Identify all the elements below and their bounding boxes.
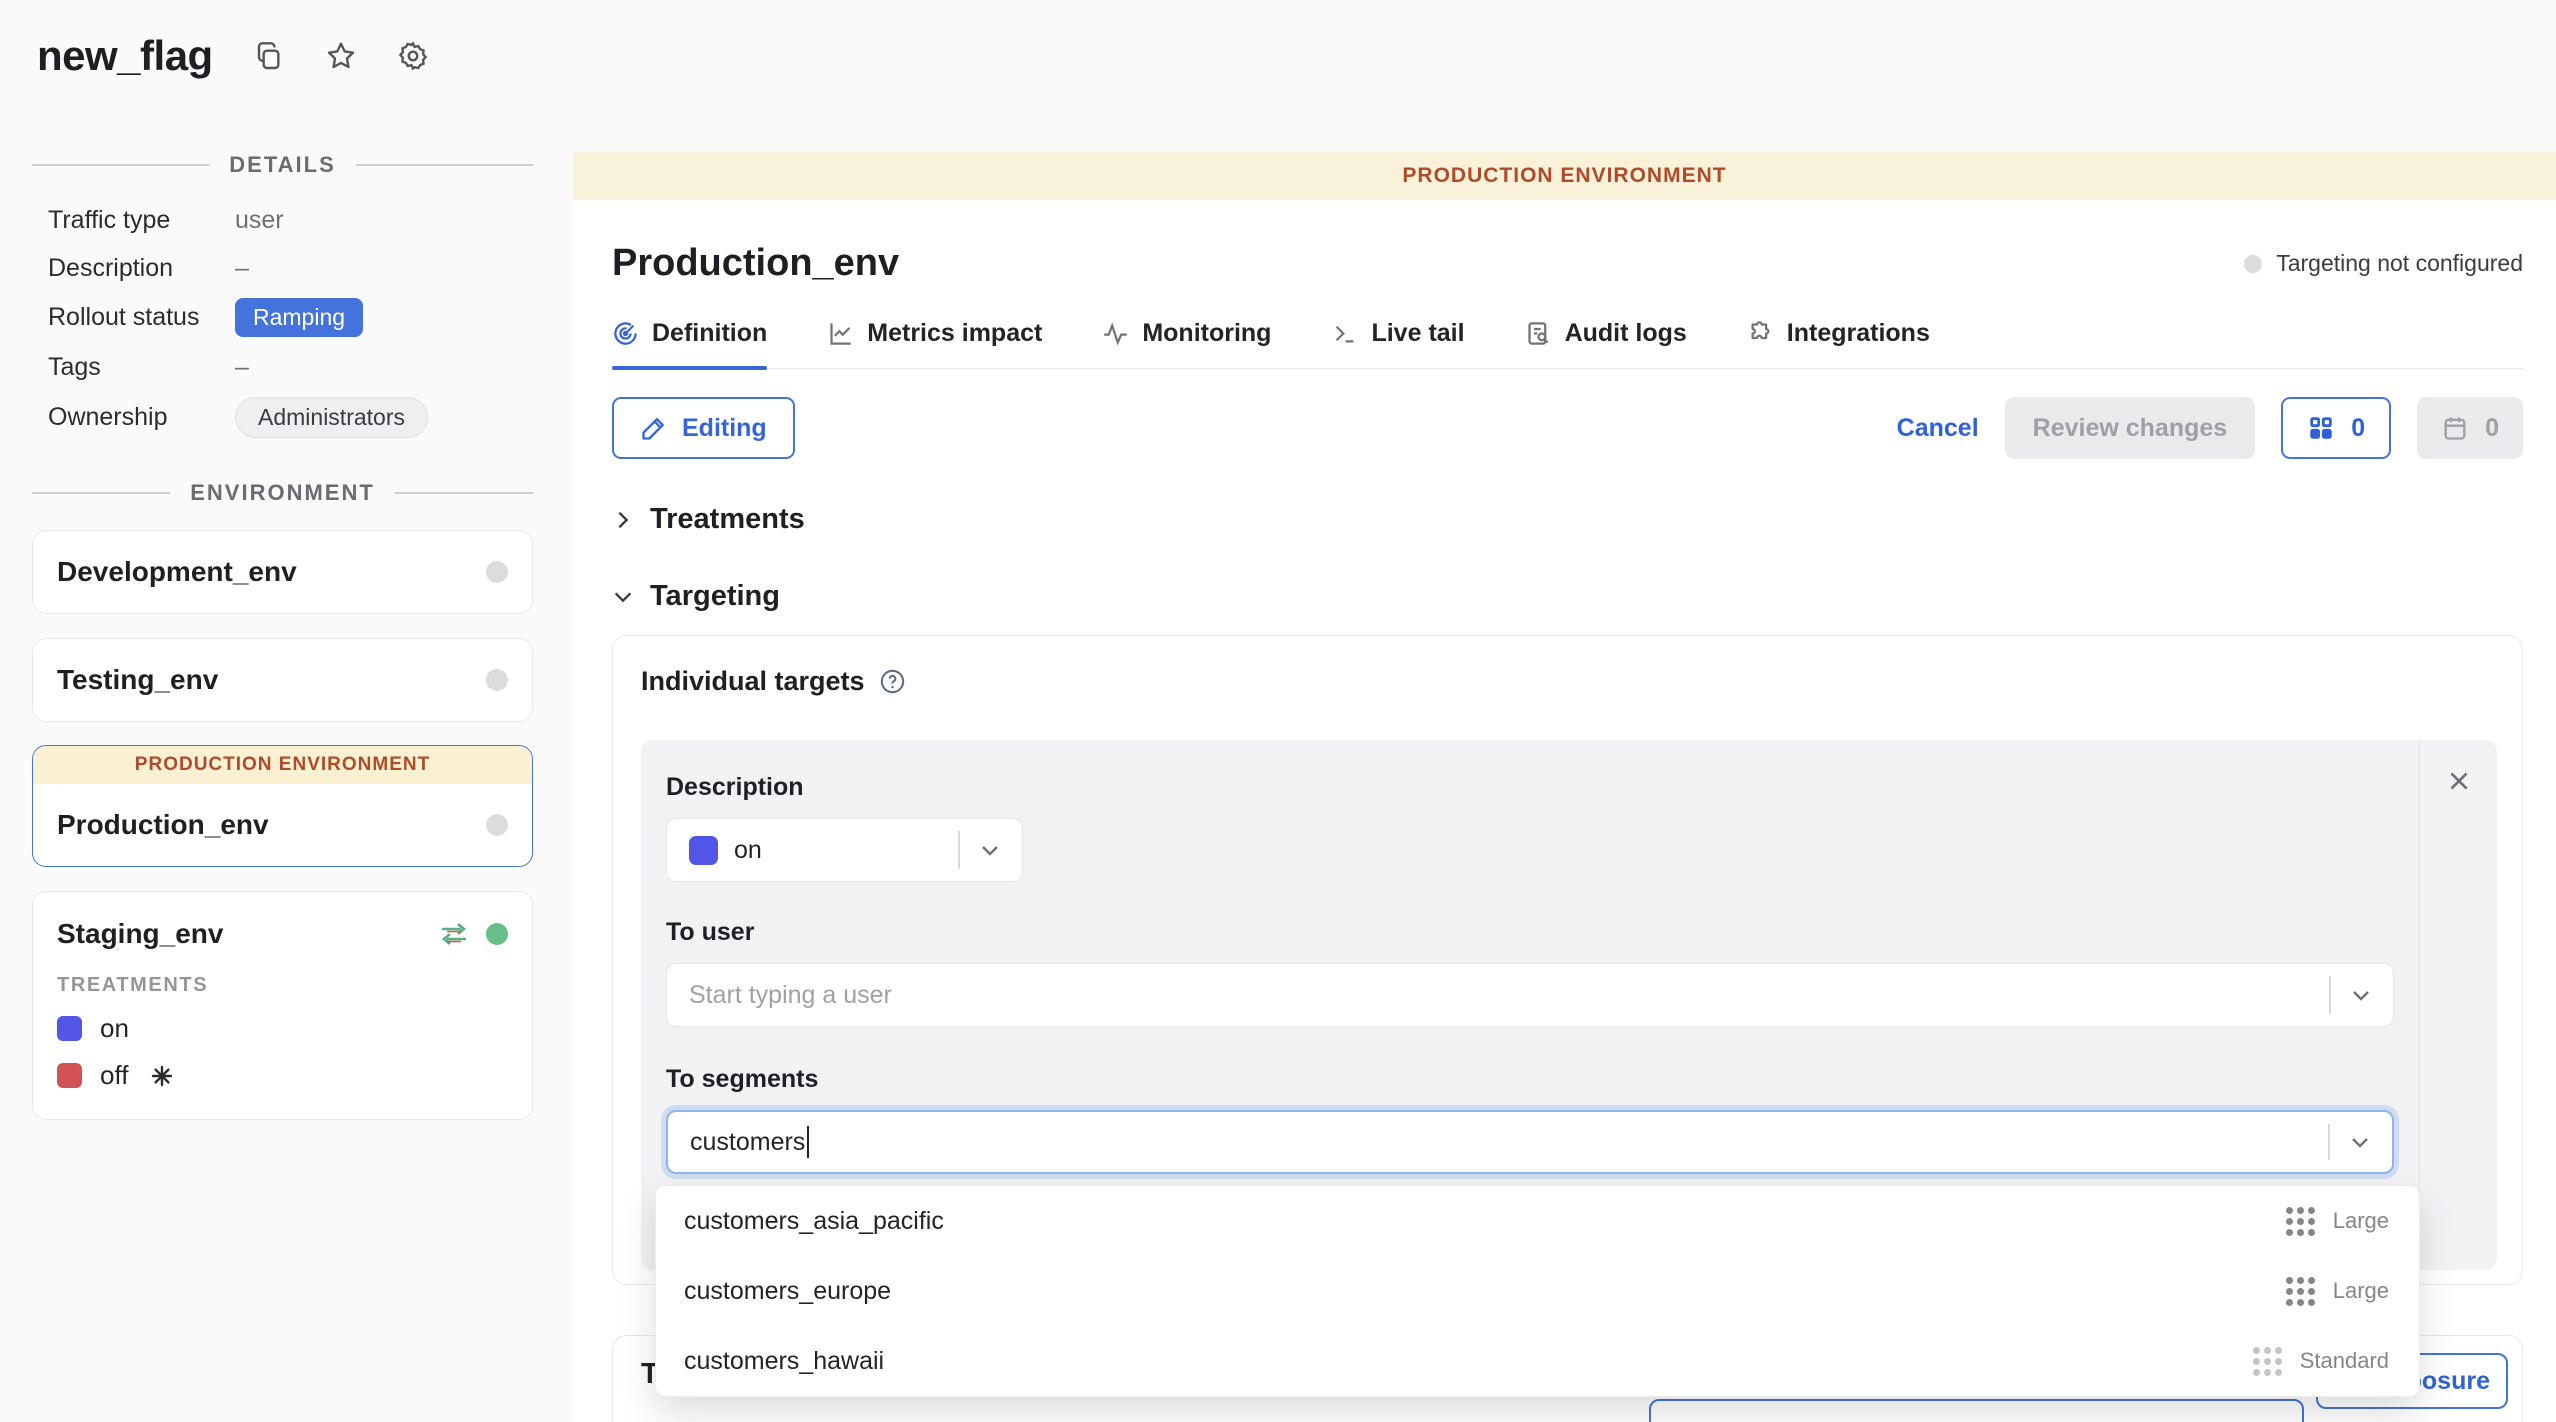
targeting-status: Targeting not configured	[2244, 250, 2523, 277]
treatments-label: TREATMENTS	[57, 974, 508, 997]
segment-size-label: Standard	[2300, 1348, 2389, 1374]
individual-targets-heading: Individual targets	[641, 666, 865, 697]
segment-option-europe[interactable]: customers_europe Large	[656, 1256, 2419, 1326]
status-dot	[486, 669, 508, 691]
production-environment-banner: PRODUCTION ENVIRONMENT	[33, 746, 532, 784]
ownership-pill[interactable]: Administrators	[235, 397, 428, 438]
status-dot	[486, 561, 508, 583]
grid-icon	[2307, 414, 2335, 442]
changes-count-button[interactable]: 0	[2281, 397, 2391, 459]
select-chevron[interactable]	[2329, 964, 2393, 1026]
app-root: new_flag DETAILS Traffic type user Descr…	[0, 0, 2556, 1422]
targeting-section-toggle[interactable]: Targeting	[612, 580, 2523, 613]
detail-row-traffic-type: Traffic type user	[48, 202, 518, 238]
puzzle-icon	[1747, 320, 1774, 347]
copy-icon[interactable]	[253, 40, 285, 72]
treatment-on-swatch	[689, 836, 718, 865]
calendar-icon	[2441, 414, 2469, 442]
targeting-status-text: Targeting not configured	[2276, 250, 2523, 277]
tab-audit-logs[interactable]: Audit logs	[1525, 319, 1687, 368]
transfer-arrows-icon	[438, 920, 470, 948]
pulse-icon	[1102, 320, 1129, 347]
treatments-section-toggle[interactable]: Treatments	[612, 503, 2523, 536]
tab-monitoring[interactable]: Monitoring	[1102, 319, 1271, 368]
treatment-off-swatch	[57, 1063, 82, 1088]
to-user-label: To user	[666, 918, 2394, 947]
detail-row-tags: Tags –	[48, 349, 518, 385]
segments-dropdown: customers_asia_pacific Large customers_e…	[655, 1185, 2420, 1397]
treatment-on-row: on	[57, 1013, 508, 1044]
treatment-off-row: off	[57, 1060, 508, 1091]
details-rows: Traffic type user Description – Rollout …	[48, 202, 518, 450]
audit-log-icon	[1525, 320, 1552, 347]
env-card-development[interactable]: Development_env	[32, 530, 533, 614]
details-heading: DETAILS	[229, 152, 335, 178]
segment-size-label: Large	[2333, 1208, 2389, 1234]
to-user-input[interactable]: Start typing a user	[666, 963, 2394, 1027]
tab-integrations[interactable]: Integrations	[1747, 319, 1930, 368]
treatment-select[interactable]: on	[666, 818, 1023, 882]
segment-option-hawaii[interactable]: customers_hawaii Standard	[656, 1326, 2419, 1396]
editing-button[interactable]: Editing	[612, 397, 795, 459]
select-chevron[interactable]	[2328, 1112, 2392, 1172]
to-segments-value: customers	[690, 1128, 805, 1157]
env-card-testing[interactable]: Testing_env	[32, 638, 533, 722]
default-treatment-icon	[150, 1064, 174, 1088]
tab-live-tail[interactable]: Live tail	[1331, 319, 1464, 368]
detail-row-ownership: Ownership Administrators	[48, 397, 518, 438]
text-caret	[807, 1126, 809, 1158]
gear-icon[interactable]	[397, 40, 429, 72]
detail-row-rollout-status: Rollout status Ramping	[48, 298, 518, 337]
partially-hidden-button[interactable]	[1649, 1399, 2304, 1422]
env-card-production[interactable]: PRODUCTION ENVIRONMENT Production_env	[32, 745, 533, 867]
active-status-dot	[486, 923, 508, 945]
rollout-status-badge[interactable]: Ramping	[235, 298, 363, 337]
to-user-placeholder: Start typing a user	[667, 981, 892, 1010]
pencil-icon	[640, 414, 668, 442]
rule-close-column	[2419, 740, 2497, 1270]
edit-toolbar: Editing Cancel Review changes 0	[612, 397, 2523, 459]
status-dot	[2244, 255, 2262, 273]
environment-section-header: ENVIRONMENT	[32, 480, 533, 506]
segment-grid-icon	[2286, 1207, 2315, 1236]
star-icon[interactable]	[325, 40, 357, 72]
description-label: Description	[666, 773, 2394, 802]
tab-metrics-impact[interactable]: Metrics impact	[827, 319, 1042, 368]
segment-grid-icon	[2253, 1347, 2282, 1376]
review-changes-button[interactable]: Review changes	[2005, 397, 2256, 459]
env-card-staging[interactable]: Staging_env TREATMENTS on	[32, 891, 533, 1120]
status-dot	[486, 814, 508, 836]
segment-grid-icon	[2286, 1277, 2315, 1306]
tab-bar: Definition Metrics impact Monitoring	[612, 319, 2523, 369]
to-segments-label: To segments	[666, 1065, 2394, 1094]
flag-header: new_flag	[37, 32, 429, 80]
scheduled-count-button[interactable]: 0	[2417, 397, 2523, 459]
details-section-header: DETAILS	[32, 152, 533, 178]
chevron-down-icon	[612, 586, 634, 608]
environment-heading: ENVIRONMENT	[190, 480, 375, 506]
segment-size-label: Large	[2333, 1278, 2389, 1304]
select-chevron[interactable]	[958, 819, 1022, 881]
tab-definition[interactable]: Definition	[612, 319, 767, 368]
environment-title: Production_env	[612, 242, 899, 285]
target-icon	[612, 320, 639, 347]
page-title: new_flag	[37, 32, 213, 80]
detail-row-description: Description –	[48, 250, 518, 286]
cancel-link[interactable]: Cancel	[1897, 414, 1979, 443]
chart-icon	[827, 320, 854, 347]
environment-list: Development_env Testing_env PRODUCTION E…	[32, 522, 533, 1120]
to-segments-input[interactable]: customers	[666, 1110, 2394, 1174]
segment-option-asia-pacific[interactable]: customers_asia_pacific Large	[656, 1186, 2419, 1256]
help-icon[interactable]	[879, 668, 906, 695]
treatment-on-swatch	[57, 1016, 82, 1041]
terminal-icon	[1331, 320, 1358, 347]
close-icon[interactable]	[2446, 768, 2472, 794]
chevron-right-icon	[612, 509, 634, 531]
production-environment-top-banner: PRODUCTION ENVIRONMENT	[573, 152, 2556, 200]
